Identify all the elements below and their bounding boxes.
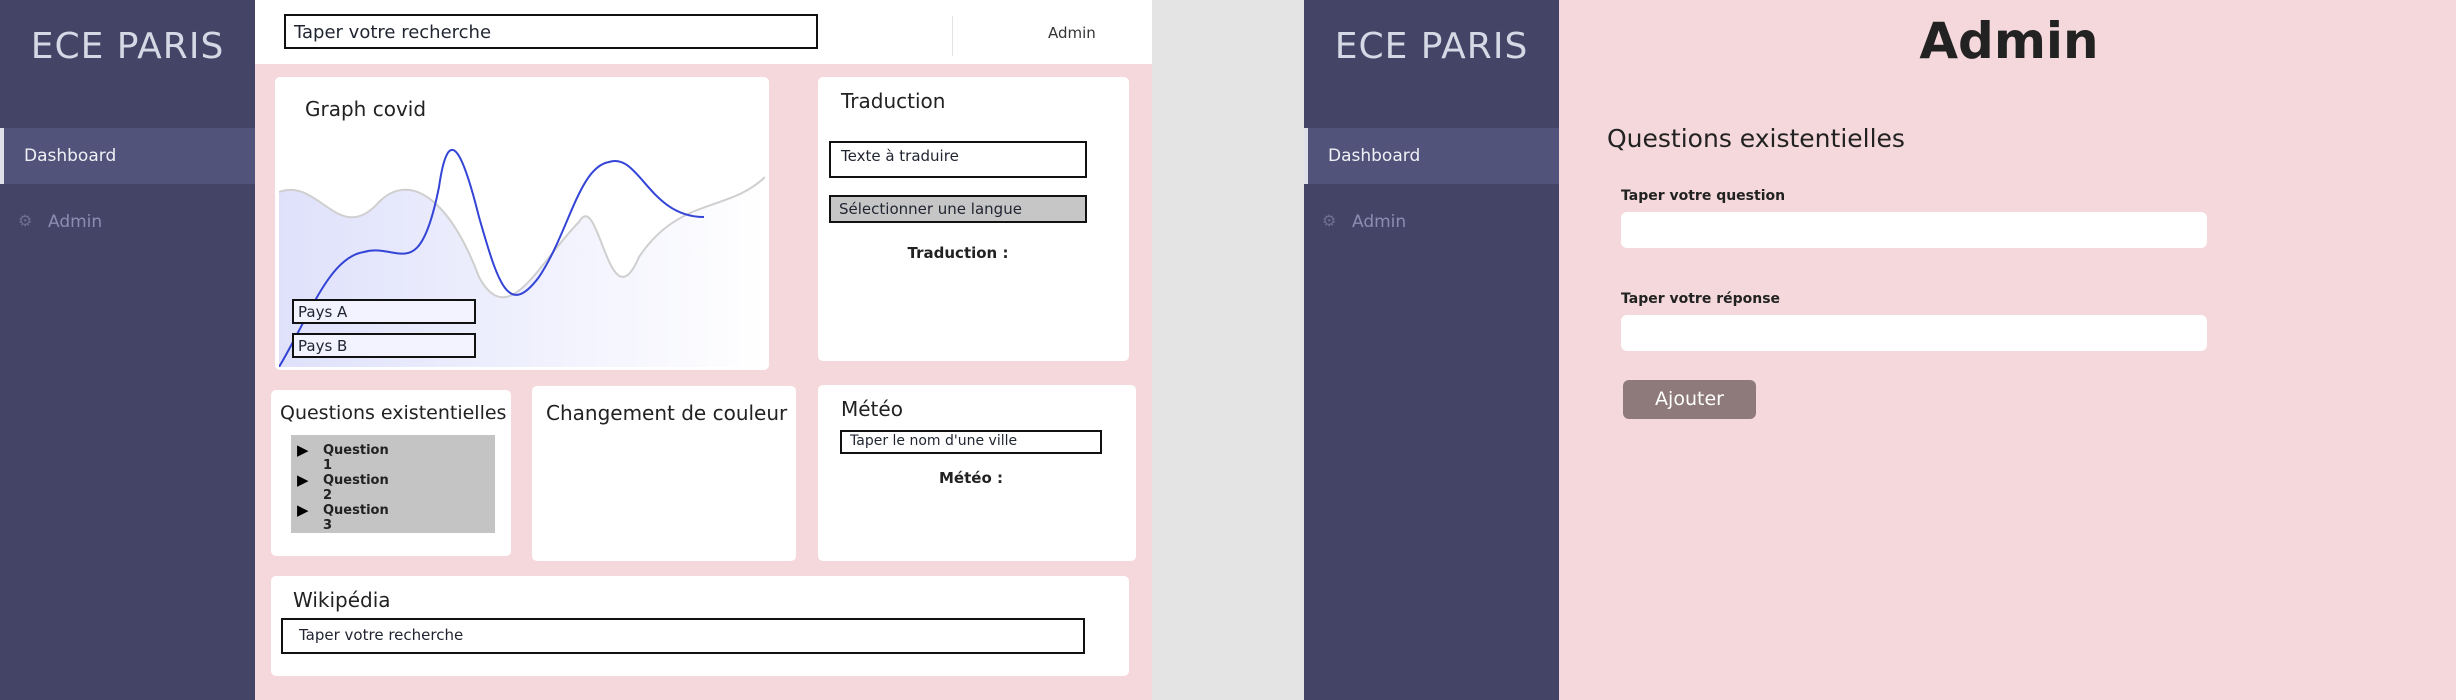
graph-card: Graph covid Pays A Pays B [275, 77, 769, 370]
card-title: Changement de couleur [546, 401, 788, 425]
brand-logo: ECE PARIS [1334, 26, 1529, 67]
brand-logo: ECE PARIS [30, 26, 225, 67]
caret-right-icon: ▶ [297, 441, 309, 459]
sidebar-item-dashboard[interactable]: Dashboard [1304, 128, 1559, 184]
divider [952, 16, 953, 56]
sidebar-item-label: Admin [48, 212, 103, 232]
card-title: Météo [841, 397, 903, 421]
country-b-field[interactable]: Pays B [292, 333, 476, 358]
city-input[interactable]: Taper le nom d'une ville [840, 430, 1102, 454]
question-input[interactable] [1621, 212, 2207, 248]
question-label: Question 1 [323, 443, 389, 473]
answer-input[interactable] [1621, 315, 2207, 351]
translate-text-input[interactable]: Texte à traduire [829, 141, 1087, 178]
weather-result-label: Météo : [939, 469, 1003, 487]
questions-card: Questions existentielles ▶ Question 1 ▶ … [271, 390, 511, 556]
covid-graph [279, 148, 765, 367]
question-label: Question 2 [323, 473, 389, 503]
caret-right-icon: ▶ [297, 501, 309, 519]
card-title: Wikipédia [293, 588, 391, 612]
weather-card: Météo Taper le nom d'une ville Météo : [818, 385, 1136, 561]
section-title: Questions existentielles [1607, 124, 1905, 153]
language-select[interactable]: Sélectionner une langue [829, 195, 1087, 223]
sidebar-item-label: Admin [1352, 212, 1407, 232]
color-change-card: Changement de couleur [532, 386, 796, 561]
sidebar-item-label: Dashboard [1328, 146, 1421, 166]
sidebar-item-admin[interactable]: ⚙ Admin [1304, 206, 1559, 238]
card-title: Traduction [841, 89, 946, 113]
question-label: Question 3 [323, 503, 389, 533]
card-title: Questions existentielles [280, 402, 507, 424]
answer-field-label: Taper votre réponse [1621, 291, 1781, 307]
sidebar-item-dashboard[interactable]: Dashboard [0, 128, 255, 184]
sidebar-item-admin[interactable]: ⚙ Admin [0, 206, 255, 238]
page-title: Admin [1919, 12, 2099, 70]
wikipedia-card: Wikipédia Taper votre recherche [271, 576, 1129, 676]
questions-list: ▶ Question 1 ▶ Question 2 ▶ Question 3 [291, 435, 495, 533]
add-button[interactable]: Ajouter [1623, 380, 1756, 419]
wikipedia-search-input[interactable]: Taper votre recherche [281, 618, 1085, 654]
country-a-field[interactable]: Pays A [292, 299, 476, 324]
gear-icon: ⚙ [18, 211, 33, 230]
translation-result-label: Traduction : [907, 244, 1009, 262]
caret-right-icon: ▶ [297, 471, 309, 489]
question-field-label: Taper votre question [1621, 188, 1786, 204]
admin-link[interactable]: Admin [1048, 24, 1096, 42]
gear-icon: ⚙ [1322, 211, 1337, 230]
sidebar-item-label: Dashboard [24, 146, 117, 166]
sidebar-admin: ECE PARIS Dashboard ⚙ Admin [1304, 0, 1559, 700]
sidebar: ECE PARIS Dashboard ⚙ Admin [0, 0, 255, 700]
search-input[interactable]: Taper votre recherche [284, 14, 818, 49]
translation-card: Traduction Texte à traduire Sélectionner… [818, 77, 1129, 361]
